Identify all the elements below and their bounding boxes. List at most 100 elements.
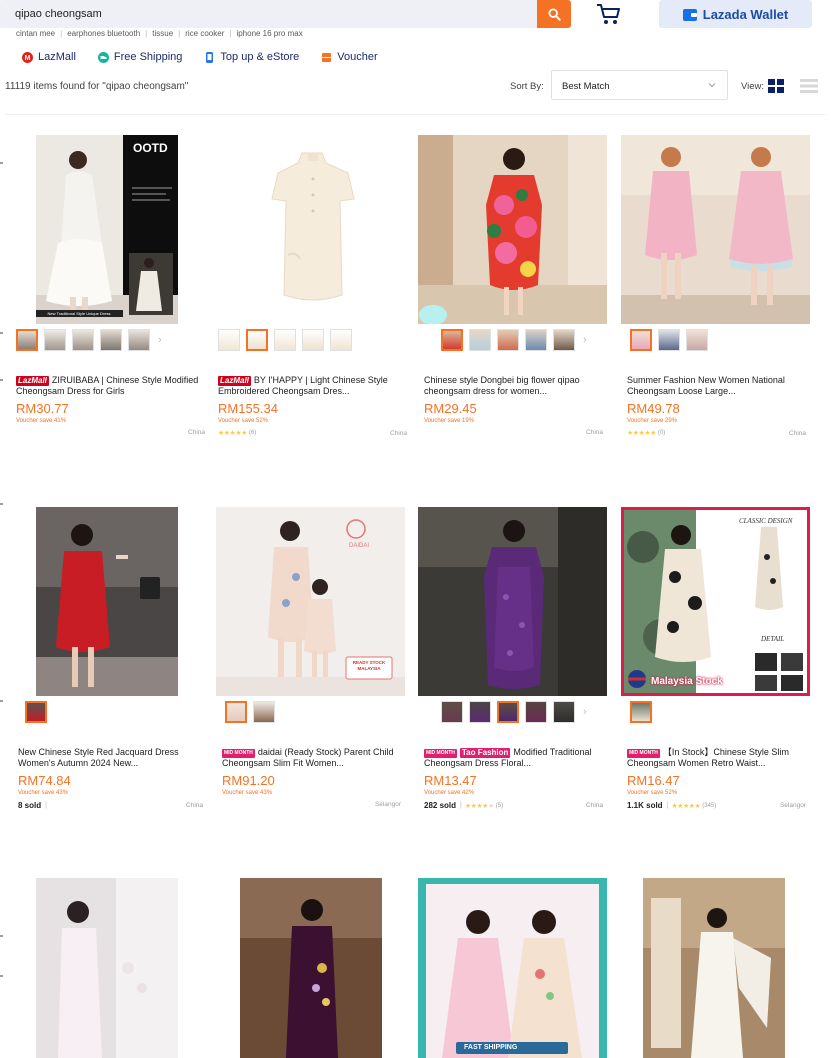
product-thumbnail[interactable] [497,701,519,723]
product-thumbnail[interactable] [630,701,652,723]
search-input[interactable] [0,0,537,28]
product-meta: 282 sold | ★★★★★ (5) China [424,801,603,810]
lazada-wallet-button[interactable]: Lazada Wallet [659,0,812,28]
product-card[interactable] [621,878,810,1058]
lazmall-icon: M [22,51,33,63]
product-location: Selangor [779,802,806,809]
chevron-right-icon[interactable]: › [158,334,162,346]
product-image[interactable]: CLASSIC DESIGN DETAIL Malaysia Stock [621,507,810,696]
suggestion-link[interactable]: cintan mee [16,29,55,38]
product-thumbnail[interactable] [658,329,680,351]
product-card[interactable]: › Chinese style Dongbei big flower qipao… [418,135,607,445]
rating-stars: ★★★★★ [218,430,247,437]
list-view-icon[interactable] [800,79,818,93]
product-image[interactable] [16,507,205,696]
product-title[interactable]: Chinese style Dongbei big flower qipao c… [424,375,613,397]
product-thumbnail[interactable] [553,701,575,723]
product-title[interactable]: LazMall ZIRUIBABA | Chinese Style Modifie… [16,375,205,397]
product-price: RM91.20 [222,773,275,788]
product-thumbnail[interactable] [497,329,519,351]
product-thumbnail[interactable] [525,701,547,723]
search-icon [547,7,561,21]
product-thumbnail[interactable] [274,329,296,351]
product-image[interactable] [621,878,810,1058]
search-button[interactable] [537,0,571,28]
product-image[interactable] [218,878,407,1058]
product-thumbnail[interactable] [253,701,275,723]
suggestion-link[interactable]: earphones bluetooth [67,29,140,38]
product-card[interactable]: FAST SHIPPING [418,878,607,1058]
voucher-text: Voucher save 19% [424,418,475,424]
product-image[interactable] [418,507,607,696]
sort-select[interactable]: Best Match [551,70,728,100]
free-shipping-link[interactable]: Free Shipping [97,51,182,63]
classic-design-text: CLASSIC DESIGN [739,517,793,525]
product-image[interactable] [621,135,810,324]
cart-button[interactable] [596,2,622,26]
product-title[interactable]: Summer Fashion New Women National Cheong… [627,375,816,397]
product-image[interactable] [418,135,607,324]
product-image[interactable]: DAIDAI READY STOCK MALAYSIA [216,507,405,696]
product-title[interactable]: MID MONTH 【In Stock】Chinese Style Slim Ch… [627,747,816,769]
product-card[interactable] [218,878,407,1058]
product-thumbnail[interactable] [225,701,247,723]
product-image[interactable] [218,135,407,324]
product-card[interactable] [16,878,205,1058]
product-card[interactable]: DAIDAI READY STOCK MALAYSIA MID MONTH dai… [216,507,405,817]
product-thumbnail[interactable] [302,329,324,351]
cart-icon [597,4,620,24]
product-title[interactable]: MID MONTH Tao Fashion Modified Traditional… [424,747,613,769]
product-card[interactable]: › MID MONTH Tao Fashion Modified Tradition… [418,507,607,817]
product-thumbnail[interactable] [525,329,547,351]
ready-stock-tag: READY STOCK MALAYSIA [352,660,386,671]
product-thumbnail[interactable] [469,329,491,351]
product-card[interactable]: Summer Fashion New Women National Cheong… [621,135,810,445]
product-title[interactable]: LazMall BY I'HAPPY | Light Chinese Style … [218,375,407,397]
product-thumbnail[interactable] [630,329,652,351]
voucher-text: Voucher save 29% [627,418,678,424]
product-image[interactable]: FAST SHIPPING [418,878,607,1058]
product-price: RM155.34 [218,401,278,416]
chevron-right-icon[interactable]: › [583,334,587,346]
product-thumbnail[interactable] [469,701,491,723]
voucher-link[interactable]: Voucher [321,51,378,63]
result-count: 11119 items found for "qipao cheongsam" [5,81,189,92]
product-card[interactable]: CLASSIC DESIGN DETAIL Malaysia Stock MID… [621,507,810,817]
suggestion-link[interactable]: rice cooker [185,29,224,38]
product-meta: 8 sold | China [18,801,203,810]
product-thumbnail[interactable] [16,329,38,351]
product-thumbnail[interactable] [44,329,66,351]
product-thumbnail[interactable] [686,329,708,351]
product-thumbnail[interactable] [128,329,150,351]
product-location: China [188,429,205,436]
suggestion-link[interactable]: iphone 16 pro max [236,29,302,38]
product-thumbnail[interactable] [441,701,463,723]
product-card[interactable]: New Chinese Style Red Jacquard Dress Wom… [16,507,205,817]
product-image[interactable] [16,878,205,1058]
voucher-text: Voucher save 42% [424,790,475,796]
product-image[interactable]: New Traditional Style Unique Dress OOTD [16,135,205,324]
product-thumbnail[interactable] [25,701,47,723]
product-price: RM30.77 [16,401,69,416]
product-title[interactable]: MID MONTH daidai (Ready Stock) Parent Chi… [222,747,411,769]
product-thumbnail[interactable] [100,329,122,351]
product-thumbnail[interactable] [218,329,240,351]
detail-text: DETAIL [761,635,785,643]
grid-view-icon[interactable] [768,79,784,93]
search-box [0,0,537,28]
product-thumbnail[interactable] [441,329,463,351]
product-meta: China [424,429,603,436]
chevron-right-icon[interactable]: › [583,706,587,718]
product-title[interactable]: New Chinese Style Red Jacquard Dress Wom… [18,747,207,769]
product-price: RM13.47 [424,773,477,788]
product-card[interactable]: New Traditional Style Unique Dress OOTD … [16,135,205,445]
topup-estore-link[interactable]: Top up & eStore [204,51,299,63]
product-thumbnail[interactable] [246,329,268,351]
product-thumbnail[interactable] [72,329,94,351]
product-thumbnail[interactable] [330,329,352,351]
lazmall-link[interactable]: M LazMall [22,51,76,63]
rating-stars: ★★★★★ [671,802,701,810]
suggestion-link[interactable]: tissue [152,29,173,38]
product-thumbnail[interactable] [553,329,575,351]
product-card[interactable]: LazMall BY I'HAPPY | Light Chinese Style … [218,135,407,445]
